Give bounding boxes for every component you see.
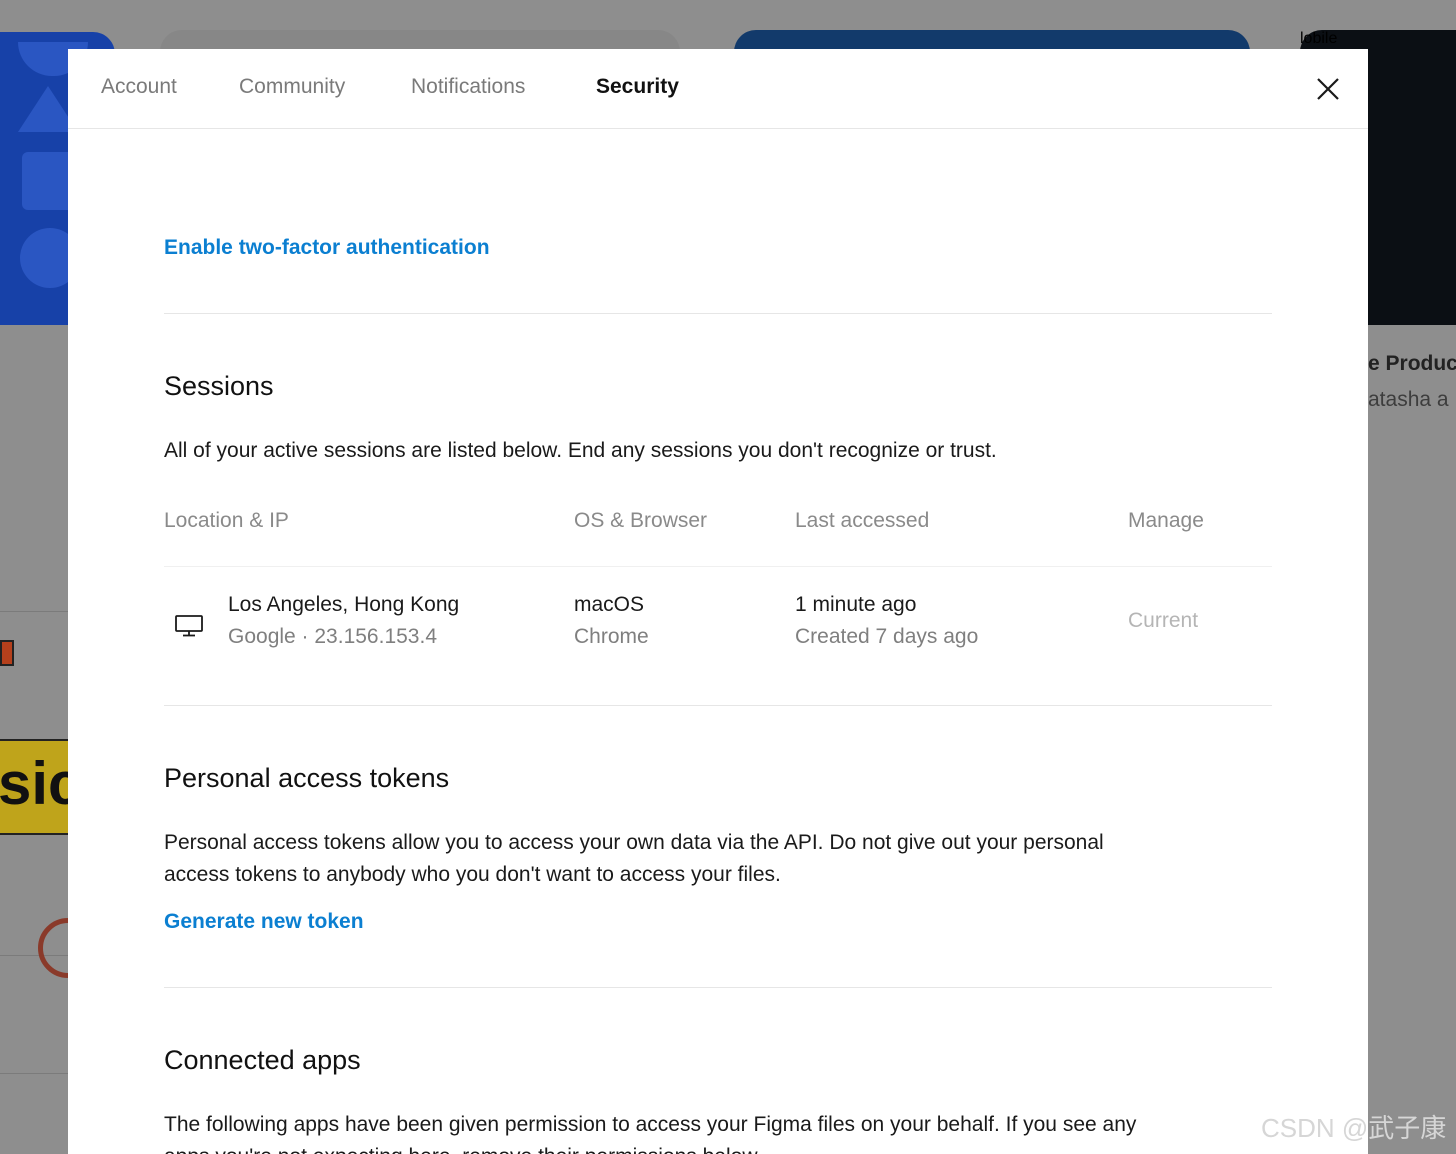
tab-account[interactable]: Account	[101, 75, 177, 99]
tab-community[interactable]: Community	[239, 75, 345, 99]
close-icon	[1317, 78, 1339, 100]
close-button[interactable]	[1313, 74, 1343, 104]
generate-token-link[interactable]: Generate new token	[164, 910, 364, 934]
tokens-heading: Personal access tokens	[164, 763, 450, 793]
desktop-icon	[175, 615, 203, 637]
settings-modal: Account Community Notifications Security…	[68, 49, 1368, 1154]
sessions-heading: Sessions	[164, 371, 274, 401]
session-browser: Chrome	[574, 625, 649, 648]
session-row: Los Angeles, Hong Kong Google · 23.156.1…	[164, 566, 1272, 707]
tokens-description-line2: access tokens to anybody who you don't w…	[164, 863, 781, 886]
session-location: Los Angeles, Hong Kong	[228, 593, 460, 616]
section-divider	[164, 313, 1272, 314]
session-created: Created 7 days ago	[795, 625, 979, 648]
section-divider	[164, 987, 1272, 988]
column-header-location: Location & IP	[164, 509, 289, 532]
column-header-last-accessed: Last accessed	[795, 509, 930, 532]
background-orange-block	[0, 640, 14, 666]
watermark: CSDN @武子康	[1261, 1113, 1447, 1143]
background-card-title: e Product	[1368, 352, 1456, 375]
enable-two-factor-link[interactable]: Enable two-factor authentication	[164, 236, 490, 260]
background-card-subtitle: atasha a	[1368, 388, 1449, 411]
background-card-yellow: sic	[0, 739, 68, 835]
background-divider	[0, 611, 68, 612]
tab-bar: Account Community Notifications Security	[68, 49, 1368, 129]
connected-apps-description-line1: The following apps have been given permi…	[164, 1113, 1137, 1136]
sessions-description: All of your active sessions are listed b…	[164, 439, 997, 462]
tab-notifications[interactable]: Notifications	[411, 75, 525, 99]
session-os: macOS	[574, 593, 645, 616]
background-divider	[0, 1073, 68, 1074]
tab-security[interactable]: Security	[596, 75, 679, 99]
background-card-text: sic	[0, 750, 68, 817]
connected-apps-heading: Connected apps	[164, 1045, 361, 1075]
promo-line: lobile	[1300, 30, 1338, 47]
session-current-status: Current	[1128, 609, 1199, 632]
tokens-description-line1: Personal access tokens allow you to acce…	[164, 831, 1104, 854]
column-header-manage: Manage	[1128, 509, 1204, 532]
section-divider	[164, 705, 1272, 706]
column-header-os-browser: OS & Browser	[574, 509, 708, 532]
session-ip: Google · 23.156.153.4	[228, 625, 437, 648]
connected-apps-description-line2: apps you're not expecting here, remove t…	[164, 1141, 762, 1154]
session-last-accessed: 1 minute ago	[795, 593, 917, 616]
